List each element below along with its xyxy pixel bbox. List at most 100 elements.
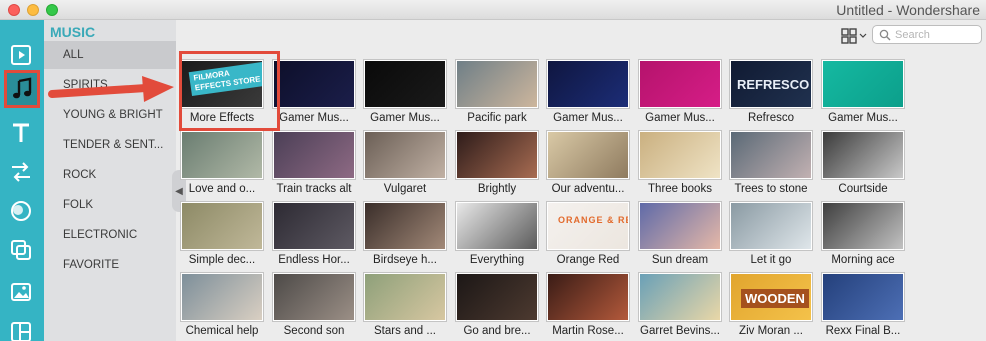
track-title: Gamer Mus... <box>279 112 349 124</box>
music-track-tile[interactable]: Let it go <box>727 200 815 270</box>
track-thumbnail <box>639 273 721 321</box>
music-track-tile[interactable]: ORANGE & RED Orange Red <box>544 200 632 270</box>
media-icon <box>11 45 31 65</box>
track-title: Ziv Moran ... <box>739 325 803 337</box>
grid-view-icon <box>841 28 857 44</box>
music-track-tile[interactable]: Vulgaret <box>361 129 449 199</box>
category-young-bright[interactable]: YOUNG & BRIGHT <box>44 101 176 129</box>
text-icon <box>13 123 29 142</box>
filters-icon <box>11 201 31 221</box>
minimize-window-button[interactable] <box>27 4 39 16</box>
music-track-tile[interactable]: Rexx Final B... <box>819 271 907 341</box>
music-track-tile[interactable]: Our adventu... <box>544 129 632 199</box>
category-favorite[interactable]: FAVORITE <box>44 251 176 279</box>
music-track-tile[interactable]: Pacific park <box>453 58 541 128</box>
track-thumbnail <box>822 273 904 321</box>
track-title: Our adventu... <box>551 183 625 195</box>
music-track-tile[interactable]: Three books <box>636 129 724 199</box>
thumbnail-badge: WOODEN <box>741 289 809 308</box>
music-track-tile[interactable]: Gamer Mus... <box>361 58 449 128</box>
music-track-tile[interactable]: Birdseye h... <box>361 200 449 270</box>
text-tab-button[interactable] <box>6 118 36 148</box>
music-track-tile[interactable]: Chemical help <box>178 271 266 341</box>
category-rock[interactable]: ROCK <box>44 161 176 189</box>
track-thumbnail <box>456 131 538 179</box>
chevron-down-icon <box>859 33 867 38</box>
music-track-tile[interactable]: Brightly <box>453 129 541 199</box>
track-thumbnail <box>273 131 355 179</box>
music-track-tile[interactable]: Simple dec... <box>178 200 266 270</box>
thumbnail-badge: FILMORA EFFECTS STORE <box>188 61 262 97</box>
overlays-icon <box>11 240 31 260</box>
track-title: Second son <box>283 325 345 337</box>
music-track-tile[interactable]: REFRESCO Refresco <box>727 58 815 128</box>
elements-tab-button[interactable] <box>6 277 36 307</box>
search-input[interactable] <box>895 28 975 41</box>
track-thumbnail <box>456 60 538 108</box>
music-track-tile[interactable]: Trees to stone <box>727 129 815 199</box>
music-track-tile[interactable]: Gamer Mus... <box>270 58 358 128</box>
music-track-tile[interactable]: FILMORA EFFECTS STORE More Effects <box>178 58 266 128</box>
track-thumbnail <box>547 60 629 108</box>
track-thumbnail <box>547 273 629 321</box>
track-thumbnail <box>639 131 721 179</box>
music-track-tile[interactable]: Everything <box>453 200 541 270</box>
music-tab-button[interactable] <box>4 70 40 108</box>
track-title: Martin Rose... <box>552 325 624 337</box>
split-screen-icon <box>11 322 31 341</box>
music-track-tile[interactable]: Courtside <box>819 129 907 199</box>
track-thumbnail: ORANGE & RED <box>547 202 629 250</box>
track-title: Gamer Mus... <box>828 112 898 124</box>
track-title: Everything <box>469 254 525 266</box>
music-track-tile[interactable]: Love and o... <box>178 129 266 199</box>
track-thumbnail <box>547 131 629 179</box>
track-title: Simple dec... <box>188 254 256 266</box>
search-box[interactable] <box>872 25 982 44</box>
music-track-tile[interactable]: Gamer Mus... <box>636 58 724 128</box>
split-screen-tab-button[interactable] <box>6 317 36 341</box>
track-title: More Effects <box>189 112 255 124</box>
category-panel: MUSIC ALL SPIRITS YOUNG & BRIGHT TENDER … <box>44 20 176 341</box>
music-track-tile[interactable]: Gamer Mus... <box>819 58 907 128</box>
category-electronic[interactable]: ELECTRONIC <box>44 221 176 249</box>
music-track-tile[interactable]: Garret Bevins... <box>636 271 724 341</box>
category-tender-sentimental[interactable]: TENDER & SENT... <box>44 131 176 159</box>
track-thumbnail <box>822 60 904 108</box>
track-thumbnail <box>273 273 355 321</box>
track-thumbnail <box>456 202 538 250</box>
view-mode-toggle[interactable] <box>841 27 871 45</box>
track-title: Trees to stone <box>734 183 808 195</box>
maximize-window-button[interactable] <box>46 4 58 16</box>
music-track-tile[interactable]: Morning ace <box>819 200 907 270</box>
music-track-tile[interactable]: Train tracks alt <box>270 129 358 199</box>
music-track-tile[interactable]: Sun dream <box>636 200 724 270</box>
music-track-tile[interactable]: Endless Hor... <box>270 200 358 270</box>
window-title: Untitled - Wondershare <box>836 2 980 18</box>
music-track-tile[interactable]: Go and bre... <box>453 271 541 341</box>
music-track-tile[interactable]: Second son <box>270 271 358 341</box>
category-folk[interactable]: FOLK <box>44 191 176 219</box>
track-thumbnail <box>639 60 721 108</box>
search-icon <box>879 29 891 41</box>
transitions-tab-button[interactable] <box>6 157 36 187</box>
track-title: Love and o... <box>188 183 256 195</box>
music-track-tile[interactable]: Gamer Mus... <box>544 58 632 128</box>
track-title: Endless Hor... <box>278 254 350 266</box>
thumbnail-badge: REFRESCO <box>737 77 810 92</box>
track-thumbnail <box>181 131 263 179</box>
overlays-tab-button[interactable] <box>6 235 36 265</box>
track-thumbnail <box>273 60 355 108</box>
close-window-button[interactable] <box>8 4 20 16</box>
media-tab-button[interactable] <box>6 40 36 70</box>
track-title: Gamer Mus... <box>370 112 440 124</box>
music-track-tile[interactable]: Stars and ... <box>361 271 449 341</box>
filters-tab-button[interactable] <box>6 196 36 226</box>
track-title: Birdseye h... <box>373 254 437 266</box>
category-spirits[interactable]: SPIRITS <box>44 71 176 99</box>
music-track-tile[interactable]: Martin Rose... <box>544 271 632 341</box>
music-grid: FILMORA EFFECTS STORE More Effects Gamer M… <box>178 56 986 341</box>
track-title: Orange Red <box>556 254 620 266</box>
category-all[interactable]: ALL <box>44 41 176 69</box>
track-thumbnail <box>364 131 446 179</box>
music-track-tile[interactable]: WOODEN Ziv Moran ... <box>727 271 815 341</box>
